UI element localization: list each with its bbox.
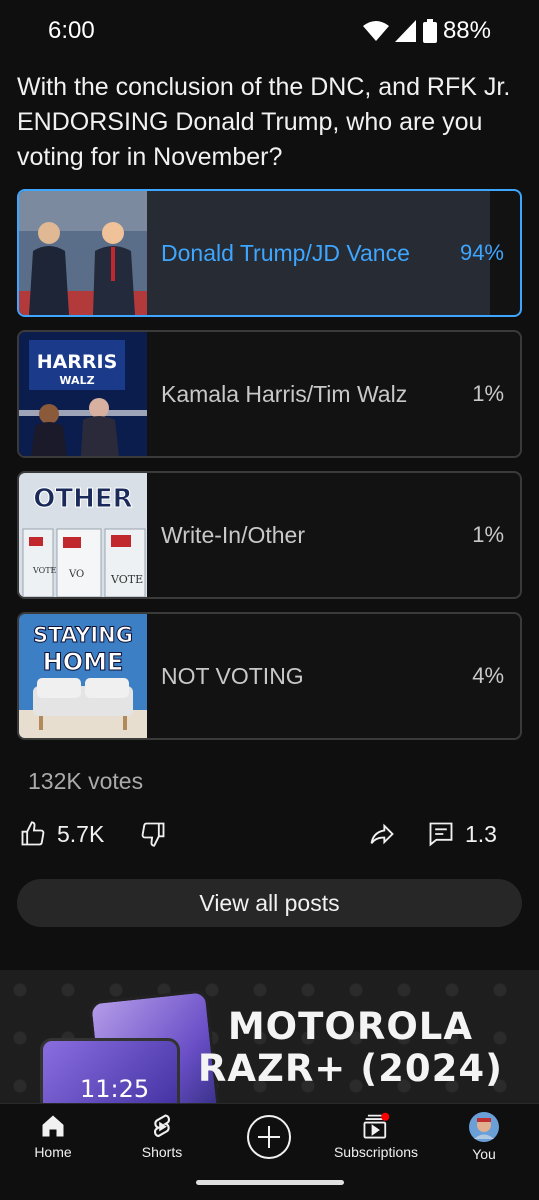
poll-option-percent: 94% [459, 240, 504, 265]
nav-home-label: Home [34, 1144, 72, 1160]
like-button[interactable]: 5.7K [19, 820, 104, 848]
option-thumbnail-harris-walz: HARRIS WALZ [19, 332, 147, 456]
status-icons: 88% [362, 17, 491, 45]
poll-option-trump-vance[interactable]: Donald Trump/JD Vance 94% [17, 189, 522, 317]
nav-you-label: You [472, 1146, 496, 1162]
nav-subscriptions-label: Subscriptions [333, 1144, 419, 1160]
poll-option-percent: 1% [472, 381, 504, 406]
nav-you[interactable]: You [434, 1112, 534, 1162]
thumb-text-vote-1: VOTE [32, 566, 57, 575]
nav-shorts-label: Shorts [141, 1144, 183, 1160]
nav-subscriptions[interactable]: Subscriptions [326, 1112, 426, 1160]
poll-option-label: NOT VOTING [161, 663, 304, 689]
signal-icon [394, 20, 416, 42]
avatar [469, 1112, 499, 1142]
ad-headline: MOTOROLA RAZR+ (2024) [198, 1006, 503, 1090]
ad-banner[interactable]: 11:25 MOTOROLA RAZR+ (2024) [0, 970, 539, 1105]
thumb-text-vote-2: VO [68, 569, 84, 580]
ad-phone-time: 11:25 [80, 1075, 150, 1103]
battery-icon [422, 19, 437, 43]
comment-icon [429, 822, 453, 847]
wifi-icon [362, 21, 389, 41]
poll-option-percent: 4% [472, 663, 504, 688]
thumbs-down-icon [141, 822, 165, 847]
thumb-text-home: HOME [43, 648, 124, 676]
nav-create[interactable] [219, 1114, 319, 1160]
battery-percent: 88% [442, 17, 491, 44]
shorts-icon [154, 1114, 170, 1138]
thumb-text-harris: HARRIS [37, 351, 118, 373]
option-thumbnail-other: OTHER VOTE VO VOTE [19, 473, 147, 597]
view-all-posts-button[interactable]: View all posts [17, 879, 522, 927]
post-actions: 5.7K 1.3 [17, 820, 522, 862]
comments-button[interactable]: 1.3 [427, 820, 497, 848]
thumb-text-other: OTHER [33, 484, 132, 514]
poll-option-not-voting[interactable]: STAYING HOME NOT VOTING 4% [17, 612, 522, 740]
ad-headline-line2: RAZR+ (2024) [197, 1047, 503, 1090]
dislike-button[interactable] [139, 820, 167, 848]
poll-option-harris-walz[interactable]: HARRIS WALZ Kamala Harris/Tim Walz 1% [17, 330, 522, 458]
bottom-navigation: Home Shorts Subscriptions You [0, 1103, 539, 1200]
share-button[interactable] [367, 820, 397, 848]
poll-option-write-in[interactable]: OTHER VOTE VO VOTE Write-In/Other 1% [17, 471, 522, 599]
thumb-text-staying: STAYING [33, 623, 133, 647]
poll-option-label: Donald Trump/JD Vance [161, 240, 410, 266]
thumb-text-vote-3: VOTE [110, 573, 143, 586]
nav-home[interactable]: Home [3, 1112, 103, 1160]
comment-count: 1.3 [465, 820, 497, 847]
ad-headline-line1: MOTOROLA [227, 1005, 473, 1048]
poll-option-percent: 1% [472, 522, 504, 547]
poll-option-label: Write-In/Other [161, 522, 305, 548]
thumbs-up-icon [21, 821, 45, 846]
poll-question: With the conclusion of the DNC, and RFK … [17, 73, 511, 171]
option-thumbnail-staying-home: STAYING HOME [19, 614, 147, 738]
home-icon [42, 1115, 64, 1137]
status-time: 6:00 [48, 17, 95, 44]
option-thumbnail-trump-vance [19, 191, 147, 315]
nav-shorts[interactable]: Shorts [112, 1112, 212, 1160]
status-bar: 6:00 88% [0, 0, 539, 62]
thumb-text-walz: WALZ [59, 374, 94, 387]
vote-count: 132K votes [28, 768, 144, 794]
share-icon [370, 823, 394, 845]
subscriptions-icon [363, 1112, 390, 1139]
home-indicator [196, 1180, 344, 1185]
create-plus-icon [247, 1115, 291, 1159]
like-count: 5.7K [57, 820, 105, 847]
poll-option-label: Kamala Harris/Tim Walz [161, 381, 408, 407]
